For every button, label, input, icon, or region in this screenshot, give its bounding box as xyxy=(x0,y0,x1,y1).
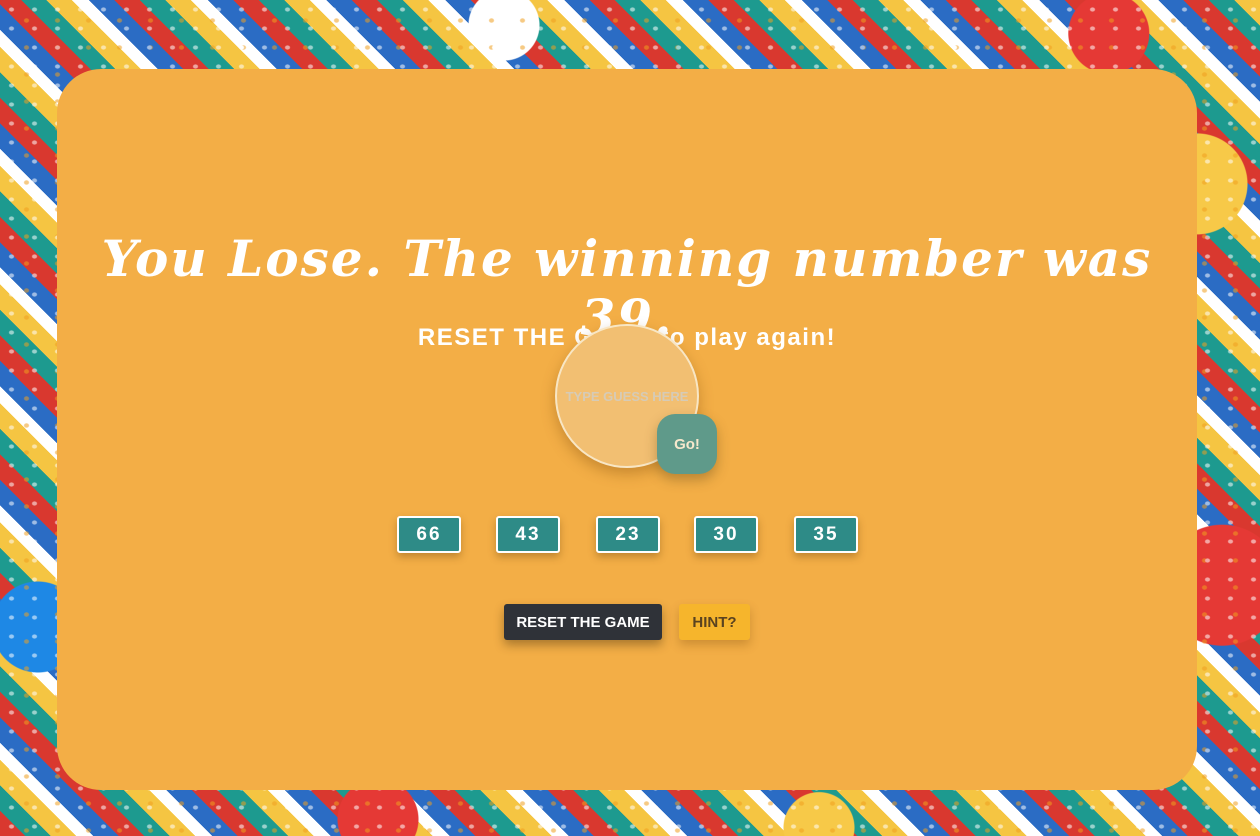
previous-guesses-list: 66 43 23 30 35 xyxy=(397,516,858,553)
game-page: { "game": { "result_message": "You Lose.… xyxy=(0,0,1260,836)
hint-button[interactable]: HINT? xyxy=(679,604,750,640)
guess-chip: 43 xyxy=(496,516,560,553)
guess-chip: 66 xyxy=(397,516,461,553)
game-card: You Lose. The winning number was 39. RES… xyxy=(57,69,1197,790)
reset-game-button[interactable]: RESET THE GAME xyxy=(504,604,662,640)
guess-chip: 35 xyxy=(794,516,858,553)
guess-chip: 30 xyxy=(694,516,758,553)
guess-chip: 23 xyxy=(596,516,660,553)
go-button[interactable]: Go! xyxy=(657,414,717,474)
